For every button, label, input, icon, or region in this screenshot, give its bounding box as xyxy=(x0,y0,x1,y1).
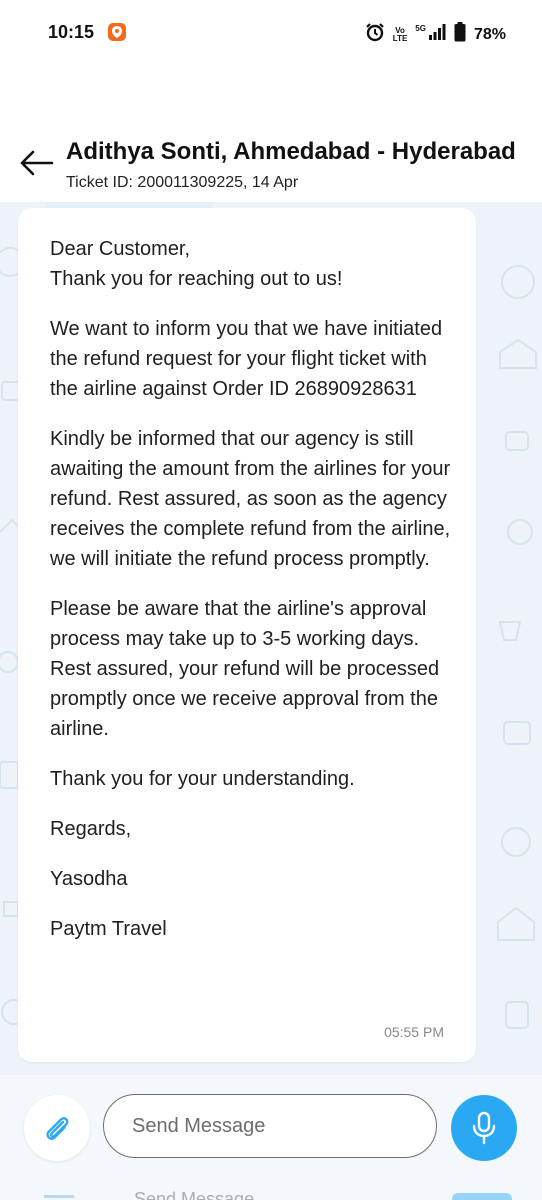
signal-icon xyxy=(428,23,446,46)
battery-level: 78% xyxy=(473,25,506,43)
message-body: Dear Customer, Thank you for reaching ou… xyxy=(50,234,460,964)
message-input[interactable] xyxy=(103,1094,437,1158)
attach-button[interactable] xyxy=(24,1095,90,1161)
message-composer: Send Message xyxy=(0,1075,542,1200)
volte-bottom: LTE xyxy=(392,33,408,43)
chat-area[interactable]: Dear Customer, Thank you for reaching ou… xyxy=(0,202,542,1075)
microphone-button[interactable] xyxy=(451,1095,517,1161)
battery-icon xyxy=(454,22,466,47)
alarm-icon xyxy=(365,22,385,47)
screen: 10:15 Vo LTE 5G 78% Adithya Sonti, Ahmeda… xyxy=(0,0,542,1200)
status-indicators: Vo LTE 5G 78% xyxy=(365,22,506,47)
app-notification-icon xyxy=(108,23,126,41)
arrow-left-icon xyxy=(20,150,54,176)
message-paragraph: Thank you for your understanding. xyxy=(50,768,355,790)
status-time: 10:15 xyxy=(48,22,95,42)
paperclip-icon xyxy=(46,1117,69,1140)
message-paragraph: Please be aware that the airline's appro… xyxy=(50,598,440,740)
message-paragraph: Kindly be informed that our agency is st… xyxy=(50,428,451,570)
status-bar: 10:15 Vo LTE 5G 78% xyxy=(0,0,542,70)
ticket-subtitle: Ticket ID: 200011309225, 14 Apr xyxy=(66,174,299,191)
ghost-attach-icon xyxy=(44,1195,74,1200)
volte-icon: Vo LTE xyxy=(392,26,408,43)
message-bubble[interactable]: Dear Customer, Thank you for reaching ou… xyxy=(18,208,476,1062)
message-timestamp: 05:55 PM xyxy=(384,1024,444,1040)
message-paragraph: We want to inform you that we have initi… xyxy=(50,318,443,400)
message-signoff: Regards, xyxy=(50,818,132,840)
keyboard-transition-ghost: Send Message xyxy=(0,1187,542,1200)
greeting-line: Dear Customer, Thank you for reaching ou… xyxy=(50,238,343,290)
message-greeting: Dear Customer, Thank you for reaching ou… xyxy=(50,234,460,294)
message-agent-name: Yasodha xyxy=(50,868,128,890)
ghost-mic-button xyxy=(452,1193,512,1200)
ticket-header: Adithya Sonti, Ahmedabad - Hyderabad Tic… xyxy=(0,70,542,202)
message-company: Paytm Travel xyxy=(50,918,167,940)
microphone-icon xyxy=(472,1111,496,1145)
ghost-composer-text: Send Message xyxy=(134,1189,255,1200)
back-button[interactable] xyxy=(18,148,54,178)
ticket-title: Adithya Sonti, Ahmedabad - Hyderabad xyxy=(66,138,516,165)
network-type: 5G xyxy=(415,24,426,33)
